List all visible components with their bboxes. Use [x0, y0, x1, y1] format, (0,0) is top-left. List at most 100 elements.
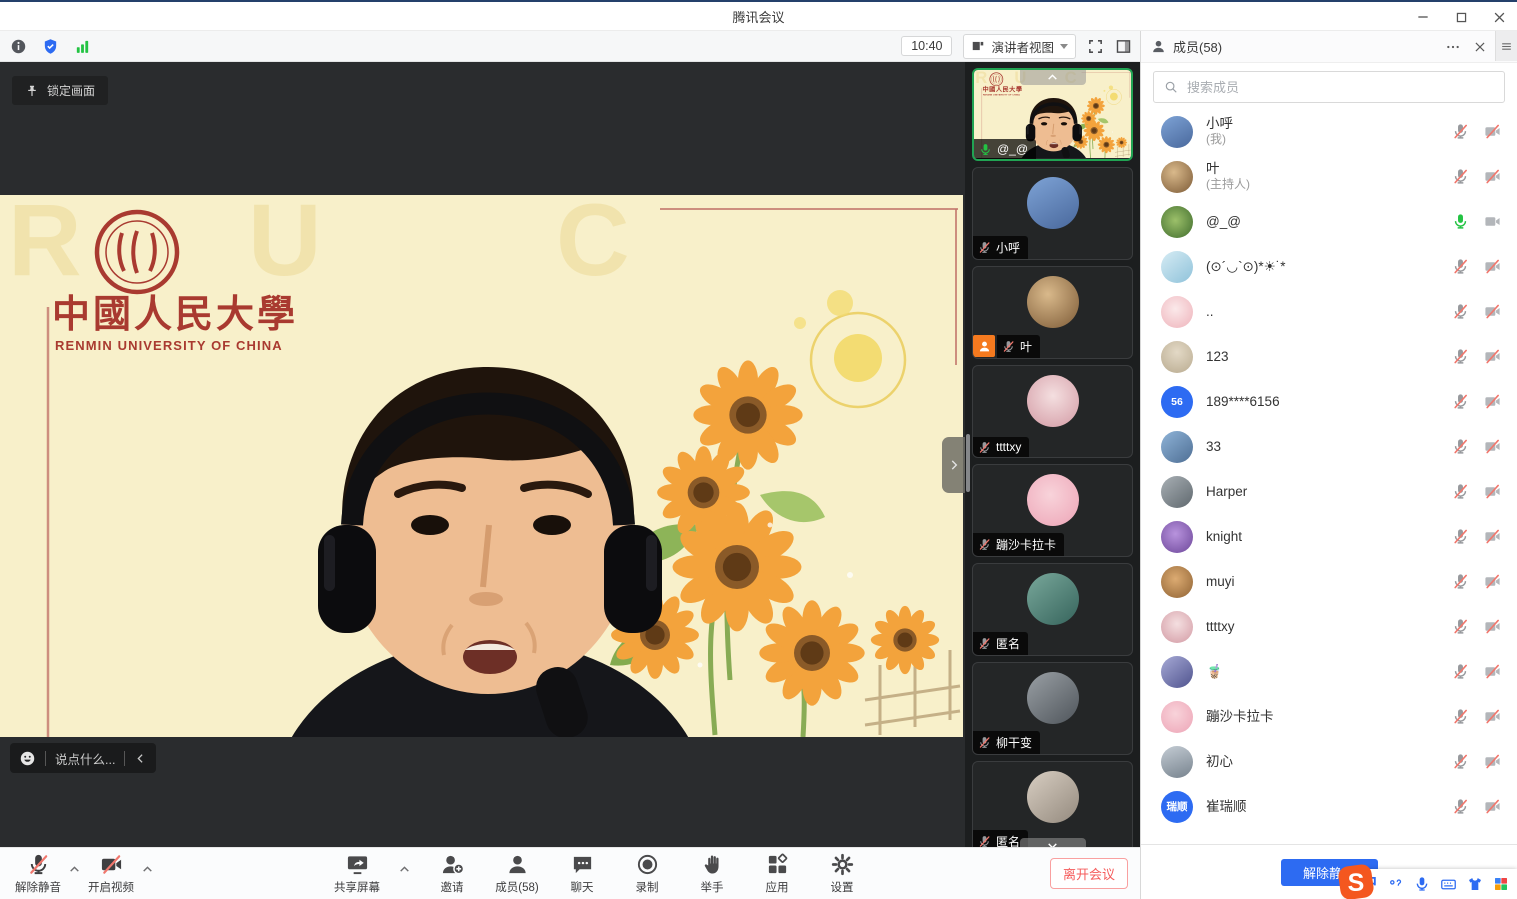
- start-video-button[interactable]: 开启视频: [87, 853, 135, 895]
- member-row[interactable]: 蹦沙卡拉卡: [1141, 694, 1517, 739]
- chat-button[interactable]: 聊天: [558, 853, 606, 895]
- camera-off-icon[interactable]: [1484, 618, 1501, 635]
- video-options-chevron[interactable]: [141, 863, 154, 876]
- quick-chat-bar[interactable]: 说点什么...: [10, 743, 156, 773]
- share-options-chevron[interactable]: [398, 863, 411, 876]
- member-row[interactable]: 初心: [1141, 739, 1517, 784]
- mic-muted-icon[interactable]: [1452, 123, 1469, 140]
- apps-button[interactable]: 应用: [753, 853, 801, 895]
- record-button[interactable]: 录制: [623, 853, 671, 895]
- mic-muted-icon[interactable]: [1452, 708, 1469, 725]
- camera-off-icon[interactable]: [1484, 708, 1501, 725]
- thumbnail-participant[interactable]: 柳干变: [972, 662, 1133, 755]
- close-panel-button[interactable]: [1473, 40, 1487, 54]
- camera-off-icon[interactable]: [1484, 528, 1501, 545]
- camera-off-icon[interactable]: [1484, 663, 1501, 680]
- member-row[interactable]: ..: [1141, 289, 1517, 334]
- mic-muted-icon[interactable]: [1452, 393, 1469, 410]
- mic-muted-icon[interactable]: [1452, 258, 1469, 275]
- member-row[interactable]: 叶(主持人): [1141, 154, 1517, 199]
- audio-options-chevron[interactable]: [68, 863, 81, 876]
- mic-muted-icon[interactable]: [1452, 528, 1469, 545]
- member-row[interactable]: (⊙´◡`⊙)*☀˙*: [1141, 244, 1517, 289]
- emoji-icon[interactable]: [19, 750, 36, 767]
- ime-toolbox-icon[interactable]: [1493, 876, 1509, 892]
- member-row[interactable]: 瑞顺 崔瑞顺: [1141, 784, 1517, 829]
- camera-off-icon[interactable]: [1484, 393, 1501, 410]
- scroll-thumbnails-up-button[interactable]: [1020, 70, 1086, 85]
- maximize-button[interactable]: [1449, 5, 1473, 29]
- thumbnail-participant[interactable]: ttttxy: [972, 365, 1133, 458]
- mic-on-icon[interactable]: [1452, 213, 1469, 230]
- leave-meeting-button[interactable]: 离开会议: [1050, 858, 1128, 889]
- mic-muted-icon[interactable]: [1452, 753, 1469, 770]
- member-row[interactable]: 33: [1141, 424, 1517, 469]
- thumbnail-participant[interactable]: 匿名: [972, 761, 1133, 847]
- camera-off-icon[interactable]: [1484, 303, 1501, 320]
- camera-off-icon[interactable]: [1484, 258, 1501, 275]
- thumbnail-participant[interactable]: 蹦沙卡拉卡: [972, 464, 1133, 557]
- camera-off-icon[interactable]: [1484, 168, 1501, 185]
- member-row[interactable]: 123: [1141, 334, 1517, 379]
- member-row[interactable]: muyi: [1141, 559, 1517, 604]
- member-row[interactable]: Harper: [1141, 469, 1517, 514]
- collapse-chat-icon[interactable]: [134, 752, 147, 765]
- chat-input-placeholder[interactable]: 说点什么...: [55, 749, 115, 768]
- network-signal-icon[interactable]: [74, 38, 91, 55]
- ime-keyboard-icon[interactable]: [1440, 876, 1457, 893]
- fullscreen-button[interactable]: [1087, 38, 1104, 55]
- settings-button[interactable]: 设置: [818, 853, 866, 895]
- member-row[interactable]: ttttxy: [1141, 604, 1517, 649]
- camera-off-icon[interactable]: [1484, 483, 1501, 500]
- thumbnail-active-speaker[interactable]: @_@: [972, 68, 1133, 161]
- mic-muted-icon[interactable]: [1452, 483, 1469, 500]
- thumbnail-participant[interactable]: 叶: [972, 266, 1133, 359]
- more-options-button[interactable]: [1445, 39, 1461, 55]
- minimize-button[interactable]: [1411, 5, 1435, 29]
- ime-punctuation-icon[interactable]: [1387, 876, 1404, 893]
- member-row[interactable]: 小呼(我): [1141, 109, 1517, 154]
- panel-menu-button[interactable]: [1495, 31, 1517, 61]
- mic-muted-icon[interactable]: [1452, 438, 1469, 455]
- search-box[interactable]: [1153, 71, 1505, 103]
- main-video-stage[interactable]: 锁定画面 说点什么...: [0, 62, 965, 847]
- camera-off-icon[interactable]: [1484, 798, 1501, 815]
- camera-on-icon[interactable]: [1484, 213, 1501, 230]
- thumbnail-participant[interactable]: 匿名: [972, 563, 1133, 656]
- mic-muted-icon[interactable]: [1452, 798, 1469, 815]
- mic-muted-icon[interactable]: [1452, 348, 1469, 365]
- ime-voice-input-icon[interactable]: [1414, 876, 1430, 892]
- camera-off-icon[interactable]: [1484, 348, 1501, 365]
- meeting-info-icon[interactable]: [10, 38, 27, 55]
- member-row[interactable]: @_@: [1141, 199, 1517, 244]
- camera-off-icon[interactable]: [1484, 438, 1501, 455]
- pin-view-button[interactable]: 锁定画面: [12, 76, 108, 105]
- camera-off-icon[interactable]: [1484, 573, 1501, 590]
- camera-off-icon[interactable]: [1484, 123, 1501, 140]
- security-shield-icon[interactable]: [42, 38, 59, 55]
- unmute-button[interactable]: 解除静音: [14, 853, 62, 895]
- members-button[interactable]: 成员(58): [493, 853, 541, 895]
- mic-muted-icon[interactable]: [1452, 663, 1469, 680]
- member-row[interactable]: 56 189****6156: [1141, 379, 1517, 424]
- member-row[interactable]: knight: [1141, 514, 1517, 559]
- search-members-input[interactable]: [1185, 79, 1494, 96]
- thumbnail-scrollbar[interactable]: [966, 434, 970, 492]
- mic-muted-icon[interactable]: [1452, 303, 1469, 320]
- mic-muted-icon[interactable]: [1452, 618, 1469, 635]
- collapse-thumbnails-handle[interactable]: [942, 437, 965, 493]
- member-row[interactable]: 🧋: [1141, 649, 1517, 694]
- thumbnail-participant[interactable]: 小呼: [972, 167, 1133, 260]
- close-window-button[interactable]: [1487, 5, 1511, 29]
- side-panel-toggle-button[interactable]: [1115, 38, 1132, 55]
- mic-muted-icon[interactable]: [1452, 573, 1469, 590]
- share-screen-button[interactable]: 共享屏幕: [333, 853, 381, 895]
- mic-muted-icon[interactable]: [1452, 168, 1469, 185]
- raise-hand-button[interactable]: 举手: [688, 853, 736, 895]
- invite-button[interactable]: 邀请: [428, 853, 476, 895]
- ime-skin-icon[interactable]: [1467, 876, 1483, 892]
- view-mode-selector[interactable]: 演讲者视图: [963, 34, 1076, 59]
- camera-off-icon[interactable]: [1484, 753, 1501, 770]
- scroll-thumbnails-down-button[interactable]: [1020, 838, 1086, 847]
- sogou-ime-logo[interactable]: S: [1335, 862, 1377, 899]
